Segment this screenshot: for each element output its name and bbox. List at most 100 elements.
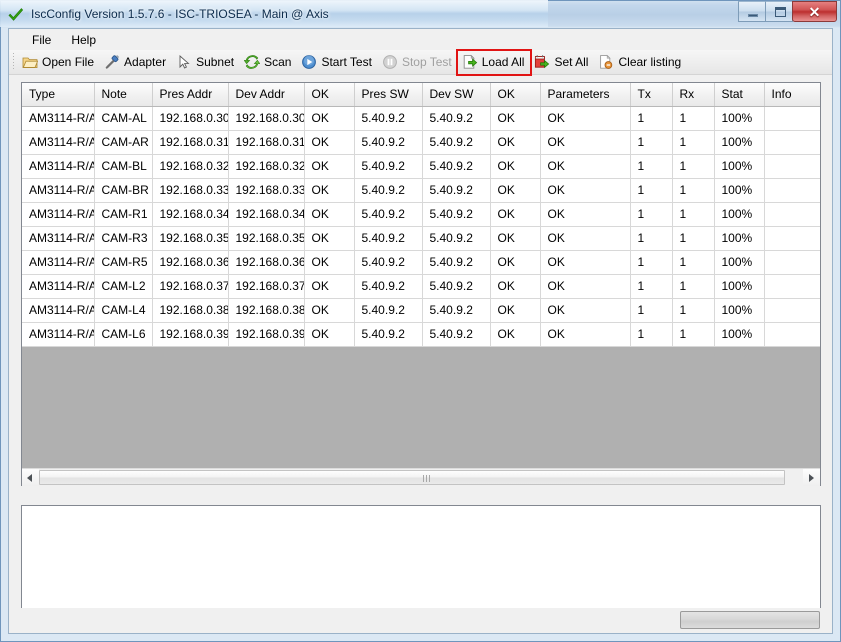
table-row[interactable]: AM3114-R/A CAM-R3 192.168.0.35 192.168.0.35… — [22, 226, 820, 251]
table-cell[interactable]: CAM-R3 — [94, 226, 153, 251]
set-all-button[interactable]: Set All — [530, 51, 594, 74]
table-cell[interactable]: OK — [490, 226, 541, 251]
table-cell[interactable]: OK — [304, 106, 355, 131]
table-cell[interactable]: 1 — [630, 298, 673, 323]
table-cell[interactable]: 192.168.0.33 — [152, 178, 229, 203]
column-header[interactable]: Stat — [714, 83, 765, 107]
table-cell[interactable]: 1 — [672, 250, 715, 275]
table-cell[interactable]: 1 — [630, 322, 673, 347]
table-cell[interactable] — [764, 298, 820, 323]
table-cell[interactable]: 192.168.0.31 — [228, 130, 305, 155]
table-cell[interactable]: AM3114-R/A — [22, 322, 95, 347]
scrollbar-thumb[interactable] — [39, 469, 785, 485]
column-header[interactable]: Dev SW — [422, 83, 491, 107]
table-cell[interactable]: OK — [304, 226, 355, 251]
table-cell[interactable]: OK — [540, 106, 631, 131]
table-cell[interactable]: OK — [540, 322, 631, 347]
table-cell[interactable]: OK — [540, 202, 631, 227]
table-cell[interactable]: CAM-AR — [94, 130, 153, 155]
table-cell[interactable]: 1 — [672, 178, 715, 203]
table-cell[interactable]: 192.168.0.38 — [152, 298, 229, 323]
table-cell[interactable]: OK — [490, 106, 541, 131]
table-cell[interactable]: 192.168.0.39 — [228, 322, 305, 347]
table-cell[interactable]: 5.40.9.2 — [354, 274, 423, 299]
table-cell[interactable]: CAM-R1 — [94, 202, 153, 227]
table-row[interactable]: AM3114-R/A CAM-L2 192.168.0.37 192.168.0.37… — [22, 274, 820, 299]
table-cell[interactable]: 5.40.9.2 — [354, 106, 423, 131]
table-cell[interactable] — [764, 226, 820, 251]
table-cell[interactable]: 100% — [714, 130, 765, 155]
table-cell[interactable]: 5.40.9.2 — [354, 130, 423, 155]
table-cell[interactable]: AM3114-R/A — [22, 178, 95, 203]
table-row[interactable]: AM3114-R/A CAM-BR 192.168.0.33 192.168.0.33… — [22, 178, 820, 203]
table-cell[interactable]: 1 — [672, 130, 715, 155]
table-cell[interactable]: 5.40.9.2 — [354, 226, 423, 251]
minimize-button[interactable] — [738, 1, 766, 22]
table-cell[interactable]: 5.40.9.2 — [354, 298, 423, 323]
table-cell[interactable] — [764, 274, 820, 299]
table-cell[interactable]: OK — [540, 154, 631, 179]
scrollbar-track[interactable] — [39, 468, 803, 486]
table-cell[interactable]: OK — [304, 202, 355, 227]
table-row[interactable]: AM3114-R/A CAM-AL 192.168.0.30 192.168.0.30… — [22, 106, 820, 131]
table-cell[interactable]: 192.168.0.34 — [152, 202, 229, 227]
table-cell[interactable]: OK — [490, 274, 541, 299]
table-cell[interactable]: 1 — [672, 322, 715, 347]
table-row[interactable]: AM3114-R/A CAM-L4 192.168.0.38 192.168.0.38… — [22, 298, 820, 323]
table-cell[interactable]: 1 — [672, 226, 715, 251]
table-cell[interactable]: 192.168.0.38 — [228, 298, 305, 323]
toolbar-grip[interactable] — [11, 53, 16, 71]
table-cell[interactable] — [764, 154, 820, 179]
table-cell[interactable]: 1 — [672, 202, 715, 227]
table-cell[interactable]: 1 — [672, 274, 715, 299]
table-cell[interactable]: 192.168.0.33 — [228, 178, 305, 203]
table-cell[interactable]: 5.40.9.2 — [354, 322, 423, 347]
column-header[interactable]: OK — [304, 83, 355, 107]
table-cell[interactable]: 192.168.0.30 — [228, 106, 305, 131]
table-cell[interactable]: 5.40.9.2 — [354, 154, 423, 179]
column-header[interactable]: Rx — [672, 83, 715, 107]
table-row[interactable]: AM3114-R/A CAM-R5 192.168.0.36 192.168.0.36… — [22, 250, 820, 275]
table-cell[interactable]: OK — [540, 250, 631, 275]
table-cell[interactable]: 5.40.9.2 — [422, 322, 491, 347]
table-cell[interactable] — [764, 106, 820, 131]
table-cell[interactable]: 100% — [714, 154, 765, 179]
table-cell[interactable]: 1 — [672, 298, 715, 323]
table-cell[interactable]: 192.168.0.34 — [228, 202, 305, 227]
column-header[interactable]: Parameters — [540, 83, 631, 107]
table-cell[interactable]: AM3114-R/A — [22, 250, 95, 275]
table-cell[interactable]: OK — [490, 130, 541, 155]
table-cell[interactable]: OK — [490, 154, 541, 179]
table-cell[interactable]: 5.40.9.2 — [354, 178, 423, 203]
table-cell[interactable]: OK — [540, 226, 631, 251]
table-cell[interactable]: CAM-L2 — [94, 274, 153, 299]
table-cell[interactable]: CAM-L6 — [94, 322, 153, 347]
table-cell[interactable]: 192.168.0.32 — [228, 154, 305, 179]
column-header[interactable]: Pres Addr — [152, 83, 229, 107]
table-cell[interactable]: 5.40.9.2 — [422, 202, 491, 227]
table-cell[interactable]: 192.168.0.36 — [228, 250, 305, 275]
table-cell[interactable]: 192.168.0.39 — [152, 322, 229, 347]
table-cell[interactable]: OK — [490, 298, 541, 323]
table-cell[interactable]: 192.168.0.37 — [152, 274, 229, 299]
subnet-button[interactable]: Subnet — [172, 51, 240, 74]
table-cell[interactable]: 5.40.9.2 — [422, 154, 491, 179]
menu-item-file[interactable]: File — [22, 30, 61, 50]
table-cell[interactable]: CAM-BL — [94, 154, 153, 179]
table-cell[interactable] — [764, 250, 820, 275]
column-header[interactable]: Pres SW — [354, 83, 423, 107]
table-cell[interactable]: 1 — [630, 154, 673, 179]
title-bar[interactable]: IscConfig Version 1.5.7.6 - ISC-TRIOSEA … — [0, 0, 548, 27]
table-cell[interactable]: 100% — [714, 202, 765, 227]
table-cell[interactable]: 1 — [672, 106, 715, 131]
table-cell[interactable]: OK — [490, 250, 541, 275]
table-cell[interactable]: AM3114-R/A — [22, 130, 95, 155]
table-cell[interactable]: 5.40.9.2 — [422, 178, 491, 203]
column-header[interactable]: Tx — [630, 83, 673, 107]
table-cell[interactable]: OK — [304, 322, 355, 347]
table-cell[interactable]: OK — [540, 178, 631, 203]
table-cell[interactable]: 1 — [630, 226, 673, 251]
table-cell[interactable] — [764, 322, 820, 347]
table-cell[interactable]: 100% — [714, 106, 765, 131]
table-cell[interactable]: 192.168.0.36 — [152, 250, 229, 275]
